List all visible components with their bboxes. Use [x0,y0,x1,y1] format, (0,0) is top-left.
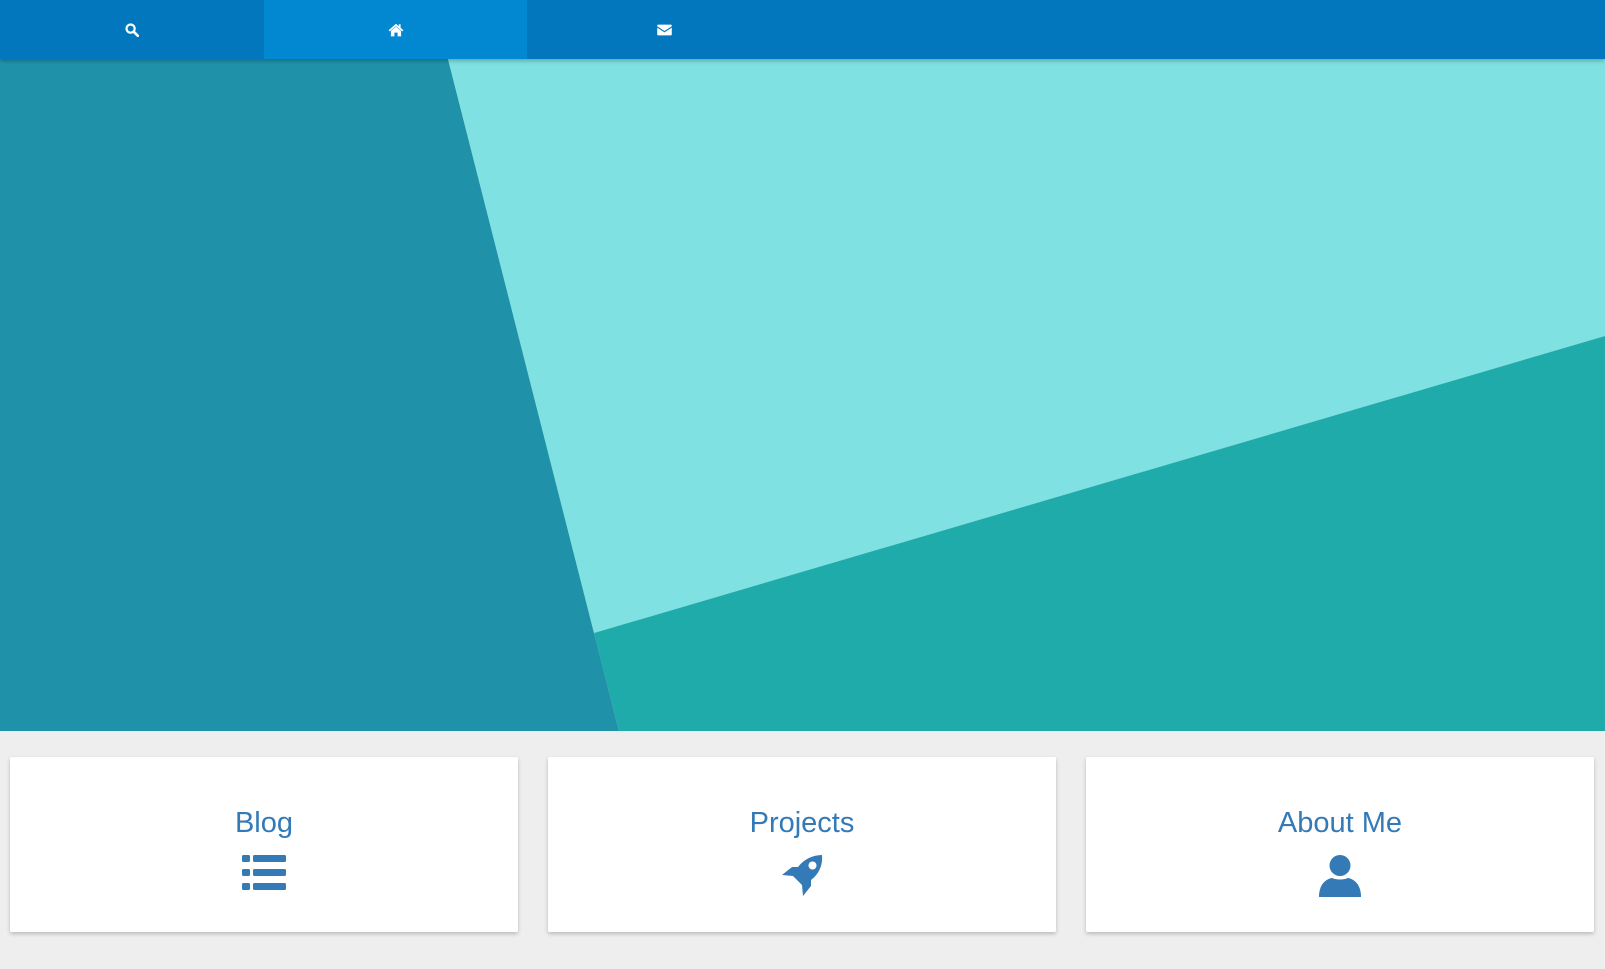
card-title: Projects [749,807,855,839]
home-icon [388,23,403,36]
envelope-icon [657,24,672,35]
top-navbar [0,0,1605,59]
hero-banner [0,59,1605,731]
card-title: About Me [1277,807,1403,839]
card-projects[interactable]: Projects [548,757,1056,932]
nav-search[interactable] [0,0,263,59]
list-icon [242,855,286,890]
user-icon [1319,855,1361,897]
nav-home[interactable] [264,0,527,59]
search-icon [124,22,139,37]
card-title: Blog [234,807,294,839]
card-blog[interactable]: Blog [10,757,518,932]
nav-mail[interactable] [533,0,796,59]
rocket-icon [782,855,823,896]
card-about-me[interactable]: About Me [1086,757,1594,932]
